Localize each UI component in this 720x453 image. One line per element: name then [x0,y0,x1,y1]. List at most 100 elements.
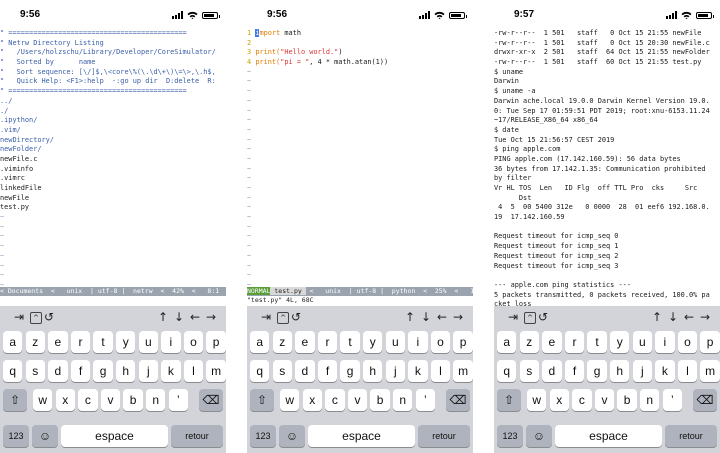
arrow-right-icon[interactable]: → [700,310,710,324]
key-apostrophe[interactable]: ’ [168,389,188,411]
escape-key-icon[interactable]: ↺ [291,310,301,324]
tab-key-icon[interactable]: ⇥ [261,310,271,324]
key-j[interactable]: j [385,360,405,382]
key-k[interactable]: k [408,360,428,382]
key-y[interactable]: y [610,331,630,353]
key-o[interactable]: o [677,331,698,353]
escape-key-icon[interactable]: ↺ [44,310,54,324]
control-key-icon[interactable]: ^ [524,312,536,324]
key-c[interactable]: c [78,389,98,411]
key-f[interactable]: f [317,360,338,382]
key-apostrophe[interactable]: ’ [662,389,682,411]
numbers-key[interactable]: 123 [497,425,523,447]
key-u[interactable]: u [632,331,652,353]
key-s[interactable]: s [519,360,539,382]
key-w[interactable]: w [33,389,53,411]
key-d[interactable]: d [48,360,68,382]
key-v[interactable]: v [347,389,368,411]
key-y[interactable]: y [363,331,383,353]
key-d[interactable]: d [542,360,562,382]
key-h[interactable]: h [116,360,136,382]
control-key-icon[interactable]: ^ [30,312,42,324]
numbers-key[interactable]: 123 [250,425,276,447]
arrow-down-icon[interactable]: ↓ [421,310,431,324]
return-key[interactable]: retour [665,425,717,447]
key-o[interactable]: o [430,331,451,353]
return-key[interactable]: retour [171,425,223,447]
file-entry[interactable]: linkedFile [0,184,226,194]
arrow-right-icon[interactable]: → [206,310,216,324]
key-t[interactable]: t [93,331,113,353]
key-g[interactable]: g [587,360,607,382]
file-entry[interactable]: .viminfo [0,165,226,175]
key-m[interactable]: m [453,360,473,382]
vim-netrw-buffer[interactable]: " ======================================… [0,29,226,286]
key-g[interactable]: g [93,360,113,382]
key-g[interactable]: g [340,360,360,382]
key-z[interactable]: z [25,331,45,353]
key-i[interactable]: i [408,331,428,353]
backspace-key-icon[interactable]: ⌫ [199,389,223,411]
numbers-key[interactable]: 123 [3,425,29,447]
key-r[interactable]: r [564,331,585,353]
arrow-down-icon[interactable]: ↓ [174,310,184,324]
arrow-down-icon[interactable]: ↓ [668,310,678,324]
key-i[interactable]: i [655,331,675,353]
key-d[interactable]: d [295,360,315,382]
key-w[interactable]: w [280,389,300,411]
file-entry[interactable]: newFolder/ [0,145,226,155]
key-a[interactable]: a [3,331,23,353]
key-u[interactable]: u [138,331,158,353]
key-l[interactable]: l [183,360,204,382]
key-f[interactable]: f [70,360,91,382]
key-u[interactable]: u [385,331,405,353]
key-apostrophe[interactable]: ’ [415,389,435,411]
key-z[interactable]: z [272,331,292,353]
key-a[interactable]: a [497,331,517,353]
emoji-key-icon[interactable]: ☺ [32,425,58,447]
key-p[interactable]: p [206,331,226,353]
key-b[interactable]: b [370,389,390,411]
key-e[interactable]: e [542,331,562,353]
key-y[interactable]: y [116,331,136,353]
arrow-left-icon[interactable]: ← [437,310,447,324]
file-entry[interactable]: .vim/ [0,126,226,136]
key-i[interactable]: i [161,331,181,353]
vim-code-buffer[interactable]: 1 import math 2 3 print("Hello world.") 4 … [247,29,473,286]
key-o[interactable]: o [183,331,204,353]
arrow-up-icon[interactable]: ↑ [405,310,415,324]
key-p[interactable]: p [700,331,720,353]
key-n[interactable]: n [640,389,660,411]
space-key[interactable]: espace [61,425,168,447]
key-h[interactable]: h [610,360,630,382]
vim-command-line[interactable]: "test.py" 4L, 68C [247,296,473,305]
key-b[interactable]: b [617,389,637,411]
key-p[interactable]: p [453,331,473,353]
key-s[interactable]: s [25,360,45,382]
key-c[interactable]: c [572,389,592,411]
key-w[interactable]: w [527,389,547,411]
key-j[interactable]: j [632,360,652,382]
key-j[interactable]: j [138,360,158,382]
file-entry[interactable]: newFile.c [0,155,226,165]
key-r[interactable]: r [317,331,338,353]
key-m[interactable]: m [206,360,226,382]
vim-command-line[interactable] [0,296,226,305]
key-k[interactable]: k [161,360,181,382]
key-l[interactable]: l [677,360,698,382]
key-e[interactable]: e [48,331,68,353]
emoji-key-icon[interactable]: ☺ [279,425,305,447]
key-k[interactable]: k [655,360,675,382]
arrow-up-icon[interactable]: ↑ [158,310,168,324]
shell-terminal-output[interactable]: -rw-r--r-- 1 501 staff 0 Oct 15 21:55 ne… [494,29,720,307]
key-h[interactable]: h [363,360,383,382]
space-key[interactable]: espace [308,425,415,447]
tab-key-icon[interactable]: ⇥ [14,310,24,324]
shift-key-icon[interactable]: ⇧ [3,389,27,411]
space-key[interactable]: espace [555,425,662,447]
key-x[interactable]: x [549,389,569,411]
control-key-icon[interactable]: ^ [277,312,289,324]
key-x[interactable]: x [302,389,322,411]
file-entry[interactable]: newFile [0,194,226,204]
key-z[interactable]: z [519,331,539,353]
